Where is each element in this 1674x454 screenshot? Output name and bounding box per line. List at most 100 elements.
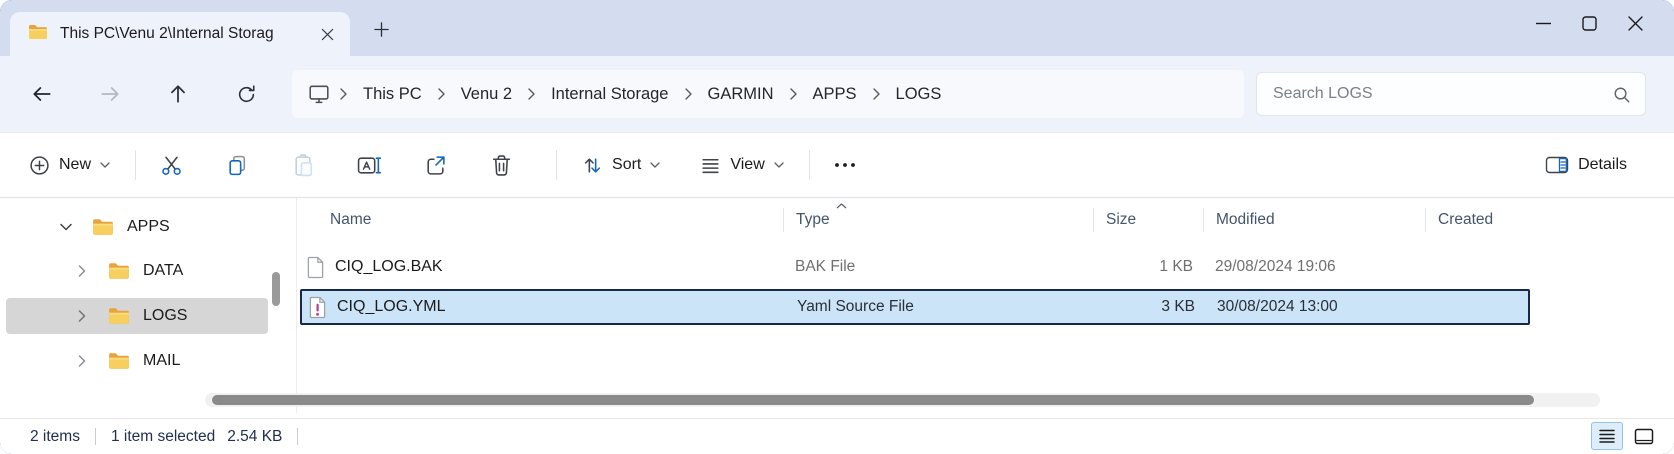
forward-button[interactable] [86, 72, 134, 116]
delete-button[interactable] [478, 144, 524, 186]
search-input[interactable] [1273, 85, 1612, 103]
file-name: CIQ_LOG.BAK [335, 258, 443, 276]
chevron-right-icon[interactable] [78, 355, 88, 367]
sidebar-divider [296, 198, 297, 413]
file-row-ciq-log-yml[interactable]: CIQ_LOG.YML Yaml Source File 3 KB 30/08/… [300, 289, 1530, 325]
chevron-right-icon[interactable] [78, 310, 88, 322]
rename-button[interactable] [346, 144, 392, 186]
close-button[interactable] [1612, 2, 1658, 44]
up-button[interactable] [154, 72, 202, 116]
details-view-toggle[interactable] [1591, 422, 1623, 450]
view-button-label: View [730, 156, 764, 174]
tab-title: This PC\Venu 2\Internal Storag [60, 25, 314, 43]
sidebar-scrollbar-thumb[interactable] [272, 272, 280, 306]
sort-button[interactable]: Sort [569, 144, 673, 186]
toolbar-separator [809, 150, 810, 180]
plus-circle-icon [29, 155, 50, 176]
chevron-right-icon [786, 88, 801, 100]
file-size: 1 KB [1093, 258, 1203, 276]
sort-ascending-caret-icon [836, 196, 847, 214]
chevron-right-icon[interactable] [78, 265, 88, 277]
chevron-right-icon [524, 88, 539, 100]
items-count: 2 items [30, 428, 80, 446]
folder-icon [108, 262, 130, 280]
file-modified: 30/08/2024 13:00 [1205, 298, 1427, 316]
paste-button[interactable] [280, 144, 326, 186]
breadcrumb-item-this-pc[interactable]: This PC [351, 79, 434, 110]
column-header-type[interactable]: Type [783, 208, 1093, 232]
window-controls [1520, 2, 1658, 44]
thumbnail-view-toggle[interactable] [1628, 422, 1660, 450]
selection-count: 1 item selected [111, 428, 215, 446]
refresh-button[interactable] [222, 72, 270, 116]
folder-icon [92, 218, 114, 236]
column-header-size[interactable]: Size [1093, 208, 1203, 232]
folder-icon [108, 352, 130, 370]
file-explorer-window: This PC\Venu 2\Internal Storag [0, 0, 1674, 454]
minimize-button[interactable] [1520, 2, 1566, 44]
folder-icon [108, 307, 130, 325]
details-pane-label: Details [1578, 156, 1627, 174]
file-type: BAK File [783, 258, 1093, 276]
column-header-row: Name Type Size Modified Created [300, 202, 1530, 238]
navigation-bar: This PC Venu 2 Internal Storage GARMIN A… [0, 56, 1674, 132]
content-area: APPS DATA LOGS [0, 198, 1674, 418]
horizontal-scrollbar[interactable] [205, 393, 1600, 407]
tab-strip: This PC\Venu 2\Internal Storag [0, 0, 1674, 56]
more-options-button[interactable] [822, 144, 868, 186]
back-button[interactable] [18, 72, 66, 116]
sidebar-item-label: MAIL [143, 352, 180, 370]
new-button[interactable]: New [16, 144, 123, 186]
new-button-label: New [59, 156, 91, 174]
this-pc-icon[interactable] [308, 83, 330, 105]
chevron-right-icon [434, 88, 449, 100]
column-header-created[interactable]: Created [1425, 208, 1530, 232]
breadcrumb-item-logs[interactable]: LOGS [884, 79, 954, 110]
file-size: 3 KB [1095, 298, 1205, 316]
sidebar-item-label: APPS [127, 218, 170, 236]
sidebar-item-data[interactable]: DATA [6, 254, 268, 288]
breadcrumb-item-internal-storage[interactable]: Internal Storage [539, 79, 680, 110]
chevron-right-icon [336, 88, 351, 100]
file-row-ciq-log-bak[interactable]: CIQ_LOG.BAK BAK File 1 KB 29/08/2024 19:… [300, 250, 1530, 284]
new-tab-button[interactable] [366, 14, 396, 44]
sidebar-item-label: DATA [143, 262, 183, 280]
view-button[interactable]: View [687, 144, 796, 186]
details-pane-button[interactable]: Details [1532, 144, 1640, 186]
sort-arrows-icon [582, 155, 603, 176]
sidebar-item-mail[interactable]: MAIL [6, 344, 268, 378]
sidebar-item-apps[interactable]: APPS [6, 210, 268, 244]
breadcrumb-item-apps[interactable]: APPS [801, 79, 869, 110]
folder-icon [28, 24, 48, 45]
selection-size: 2.54 KB [227, 428, 282, 446]
breadcrumb-item-garmin[interactable]: GARMIN [696, 79, 786, 110]
breadcrumb: This PC Venu 2 Internal Storage GARMIN A… [292, 70, 1244, 118]
chevron-down-icon[interactable] [60, 223, 74, 231]
status-separator [297, 428, 298, 445]
maximize-button[interactable] [1566, 2, 1612, 44]
explorer-tab[interactable]: This PC\Venu 2\Internal Storag [10, 12, 350, 56]
chevron-down-icon [100, 162, 110, 168]
sort-button-label: Sort [612, 156, 641, 174]
yaml-file-icon [308, 296, 327, 319]
file-modified: 29/08/2024 19:06 [1203, 258, 1425, 276]
chevron-down-icon [650, 162, 660, 168]
horizontal-scrollbar-thumb[interactable] [212, 395, 1534, 405]
cut-button[interactable] [148, 144, 194, 186]
sidebar-item-logs[interactable]: LOGS [6, 298, 268, 334]
breadcrumb-item-venu-2[interactable]: Venu 2 [449, 79, 524, 110]
chevron-right-icon [869, 88, 884, 100]
file-type: Yaml Source File [785, 298, 1095, 316]
share-button[interactable] [412, 144, 458, 186]
view-lines-icon [700, 155, 721, 176]
file-name: CIQ_LOG.YML [337, 298, 445, 316]
search-icon[interactable] [1612, 85, 1631, 104]
tab-close-icon[interactable] [314, 21, 340, 47]
column-header-name[interactable]: Name [300, 208, 783, 232]
file-icon [306, 256, 325, 279]
search-box [1256, 72, 1646, 116]
view-toggles [1591, 422, 1660, 450]
copy-button[interactable] [214, 144, 260, 186]
column-header-modified[interactable]: Modified [1203, 208, 1425, 232]
status-separator [95, 428, 96, 445]
